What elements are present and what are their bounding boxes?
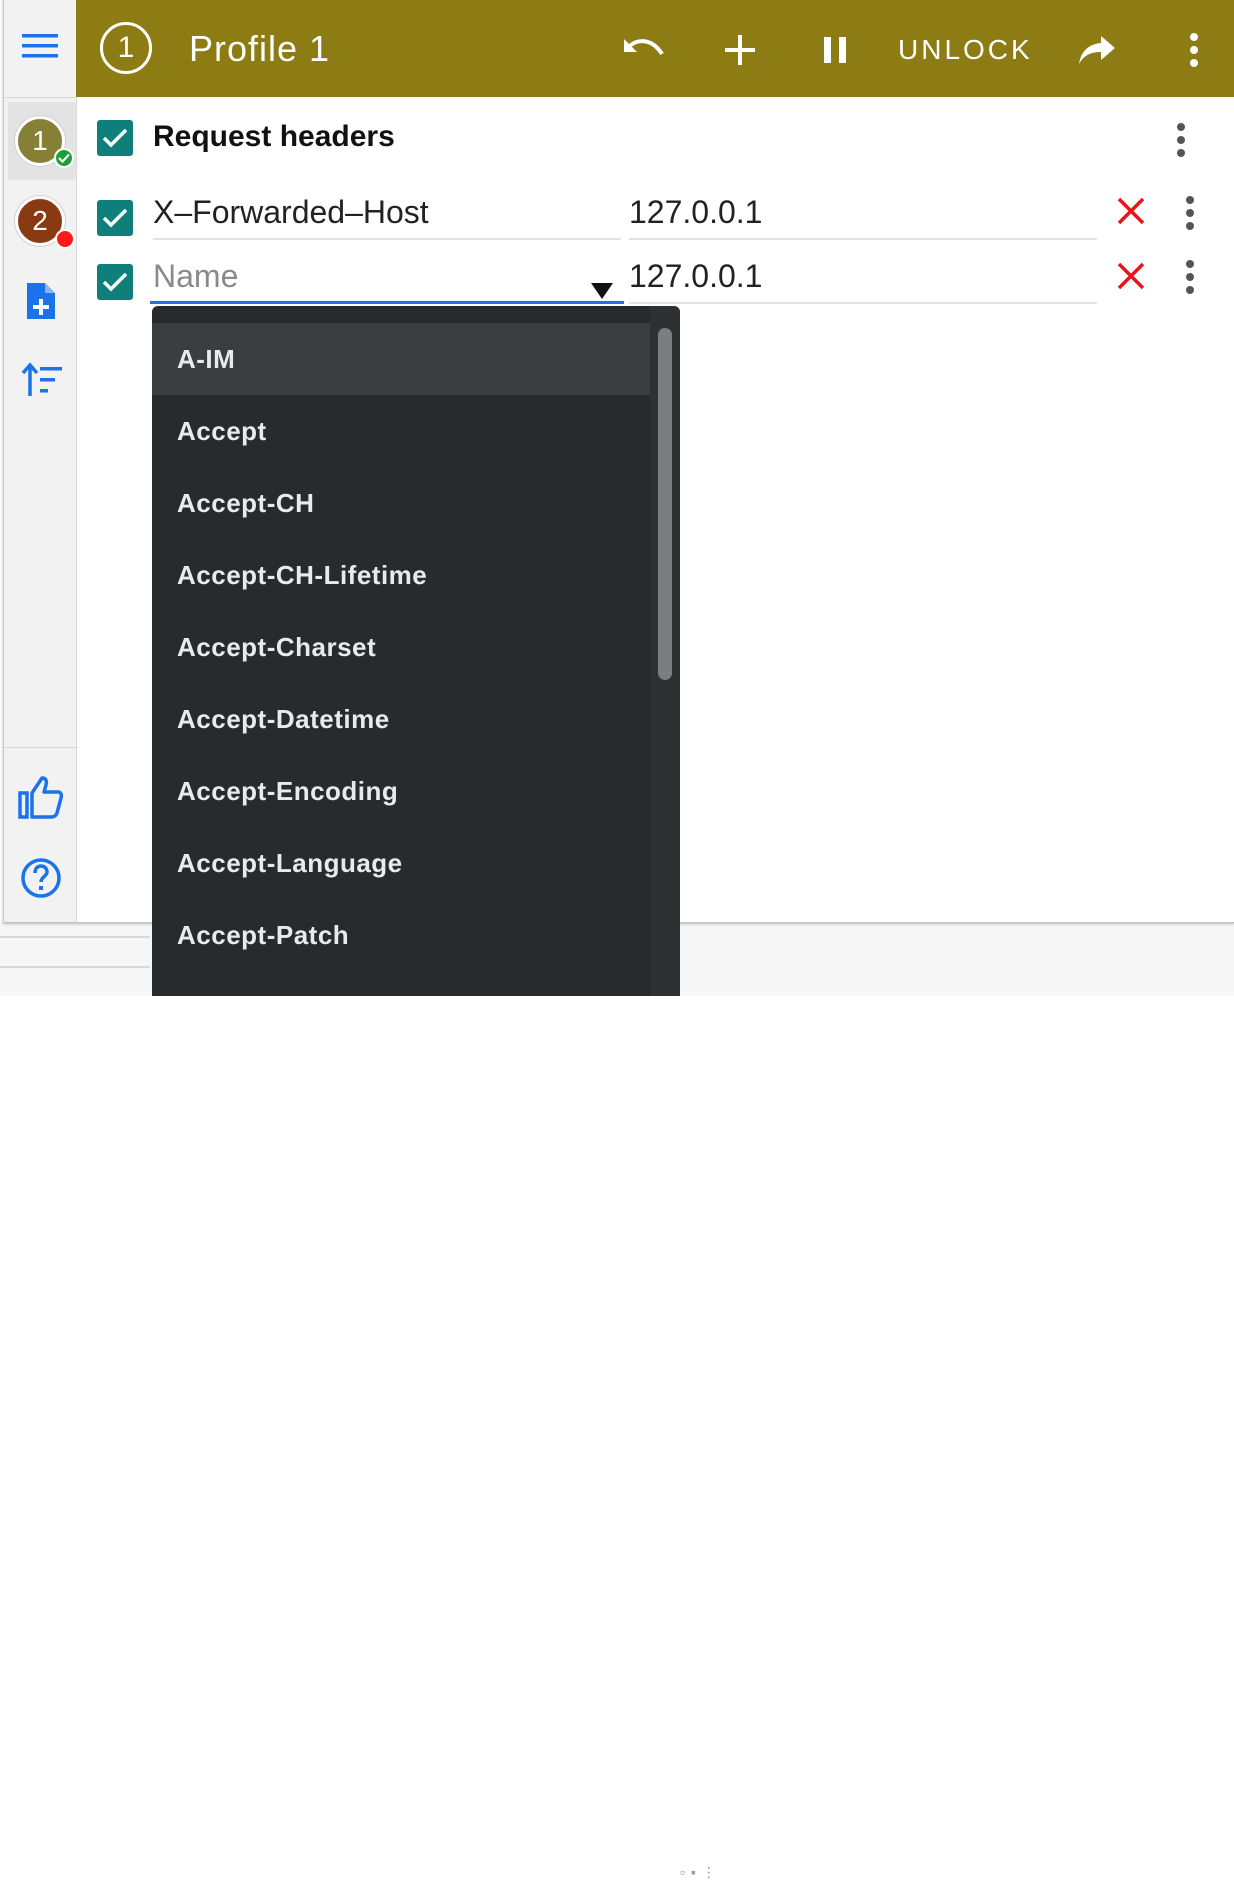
- profile-title[interactable]: Profile 1: [189, 28, 330, 70]
- menu-icon[interactable]: [20, 28, 60, 64]
- more-options-icon[interactable]: [1188, 33, 1200, 72]
- profile-badge-number: 1: [117, 31, 135, 64]
- row-more-icon[interactable]: [1184, 196, 1196, 235]
- profile-number: 1: [32, 125, 48, 156]
- enabled-status-icon: [54, 148, 74, 168]
- background-divider: [0, 966, 150, 968]
- autocomplete-option[interactable]: Accept-Encoding: [152, 755, 650, 827]
- sort-icon[interactable]: [21, 362, 63, 398]
- autocomplete-option[interactable]: A-IM: [152, 323, 650, 395]
- help-icon[interactable]: [19, 856, 63, 900]
- sidebar-divider: [4, 747, 76, 748]
- autocomplete-option[interactable]: Accept-Datetime: [152, 683, 650, 755]
- profile-badge: 1: [100, 22, 152, 74]
- row-enabled-checkbox[interactable]: [97, 264, 133, 300]
- section-enabled-checkbox[interactable]: [97, 120, 133, 156]
- sidebar-top: [4, 0, 76, 98]
- section-title: Request headers: [153, 120, 395, 153]
- sidebar: 1 2: [4, 0, 77, 922]
- autocomplete-option[interactable]: Accept-Patch: [152, 899, 650, 971]
- unlock-button[interactable]: UNLOCK: [898, 34, 1033, 66]
- autocomplete-option[interactable]: Accept-Charset: [152, 611, 650, 683]
- dropdown-arrow-icon[interactable]: [591, 283, 613, 299]
- header-name-field[interactable]: X–Forwarded–Host: [153, 184, 621, 240]
- background-toolbar-icons: ▫▪⋮: [680, 1864, 722, 1880]
- header-value-field[interactable]: 127.0.0.1: [629, 184, 1097, 240]
- delete-row-icon[interactable]: [1116, 196, 1146, 231]
- pause-icon[interactable]: [814, 30, 856, 70]
- autocomplete-option[interactable]: Accept-CH: [152, 467, 650, 539]
- background-divider: [0, 936, 150, 938]
- autocomplete-dropdown[interactable]: A-IM Accept Accept-CH Accept-CH-Lifetime…: [152, 306, 680, 996]
- profile-header: 1 Profile 1 UNLOCK: [76, 0, 1234, 97]
- section-more-icon[interactable]: [1175, 123, 1187, 162]
- dropdown-scrollbar-thumb[interactable]: [658, 328, 672, 680]
- add-profile-icon[interactable]: [22, 280, 60, 322]
- autocomplete-option[interactable]: Accept: [152, 395, 650, 467]
- profile-number: 2: [32, 205, 48, 236]
- add-icon[interactable]: [719, 30, 761, 70]
- autocomplete-option[interactable]: Accept-CH-Lifetime: [152, 539, 650, 611]
- row-enabled-checkbox[interactable]: [97, 200, 133, 236]
- paused-status-icon: [55, 229, 75, 249]
- autocomplete-option[interactable]: Accept-Language: [152, 827, 650, 899]
- header-value-field[interactable]: 127.0.0.1: [629, 248, 1097, 304]
- header-name-input[interactable]: Name: [150, 248, 624, 304]
- thumbs-up-icon[interactable]: [17, 774, 65, 820]
- share-icon[interactable]: [1074, 30, 1120, 70]
- name-placeholder: Name: [153, 258, 239, 294]
- row-more-icon[interactable]: [1184, 260, 1196, 299]
- undo-icon[interactable]: [619, 30, 669, 70]
- delete-row-icon[interactable]: [1116, 261, 1146, 296]
